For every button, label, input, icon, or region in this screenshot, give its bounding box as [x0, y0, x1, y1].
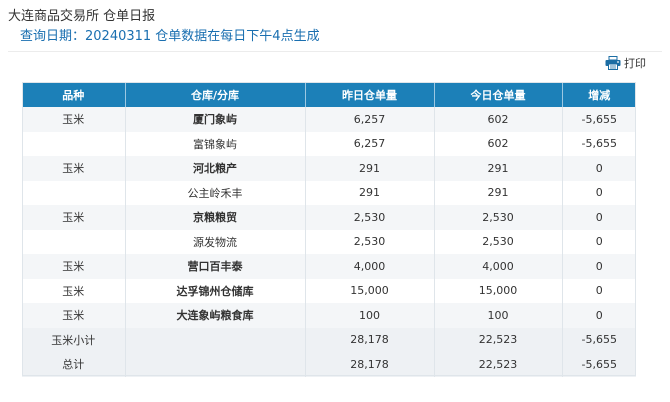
cell-warehouse — [125, 352, 306, 377]
cell-yesterday: 28,178 — [305, 327, 435, 352]
page-title: 大连商品交易所 仓单日报 — [8, 9, 156, 24]
cell-change: 0 — [562, 254, 636, 279]
cell-warehouse: 营口百丰泰 — [125, 254, 306, 279]
cell-change: 0 — [562, 156, 636, 181]
table-row: 玉米 河北粮产 291 291 0 — [22, 156, 636, 181]
cell-change: -5,655 — [562, 352, 636, 377]
cell-change: 0 — [562, 303, 636, 328]
cell-today: 2,530 — [434, 229, 563, 254]
col-header-change: 增减 — [562, 82, 636, 107]
cell-change: -5,655 — [562, 107, 636, 132]
print-label: 打印 — [624, 57, 646, 70]
cell-warehouse: 厦门象屿 — [125, 107, 306, 132]
col-header-yesterday: 昨日仓单量 — [305, 82, 435, 107]
cell-today: 602 — [434, 107, 563, 132]
cell-change: 0 — [562, 278, 636, 303]
cell-yesterday: 28,178 — [305, 352, 435, 377]
table-row: 玉米 京粮粮贸 2,530 2,530 0 — [22, 205, 636, 230]
cell-change: 0 — [562, 205, 636, 230]
table-row: 公主岭禾丰 291 291 0 — [22, 180, 636, 205]
cell-warehouse: 源发物流 — [125, 229, 306, 254]
table-header-row: 品种 仓库/分库 昨日仓单量 今日仓单量 增减 — [22, 82, 636, 107]
table-row: 富锦象屿 6,257 602 -5,655 — [22, 131, 636, 156]
printer-icon — [605, 56, 621, 70]
cell-change: -5,655 — [562, 327, 636, 352]
cell-today: 291 — [434, 156, 563, 181]
warehouse-receipt-table: 品种 仓库/分库 昨日仓单量 今日仓单量 增减 玉米 厦门象屿 6,257 60… — [22, 82, 636, 377]
table-row: 玉米 达孚锦州仓储库 15,000 15,000 0 — [22, 278, 636, 303]
divider — [8, 51, 662, 52]
cell-variety: 玉米 — [22, 303, 126, 328]
cell-warehouse: 达孚锦州仓储库 — [125, 278, 306, 303]
cell-warehouse: 公主岭禾丰 — [125, 180, 306, 205]
table-row: 源发物流 2,530 2,530 0 — [22, 229, 636, 254]
cell-today: 2,530 — [434, 205, 563, 230]
cell-change: -5,655 — [562, 131, 636, 156]
cell-yesterday: 6,257 — [305, 107, 435, 132]
cell-today: 602 — [434, 131, 563, 156]
col-header-warehouse: 仓库/分库 — [125, 82, 306, 107]
cell-yesterday: 4,000 — [305, 254, 435, 279]
col-header-variety: 品种 — [22, 82, 126, 107]
cell-today: 100 — [434, 303, 563, 328]
cell-yesterday: 15,000 — [305, 278, 435, 303]
table-row: 玉米 营口百丰泰 4,000 4,000 0 — [22, 254, 636, 279]
cell-variety: 总计 — [22, 352, 126, 377]
cell-today: 22,523 — [434, 327, 563, 352]
table-row: 玉米 大连象屿粮食库 100 100 0 — [22, 303, 636, 328]
cell-yesterday: 291 — [305, 180, 435, 205]
cell-warehouse: 河北粮产 — [125, 156, 306, 181]
cell-warehouse: 京粮粮贸 — [125, 205, 306, 230]
cell-today: 291 — [434, 180, 563, 205]
cell-yesterday: 6,257 — [305, 131, 435, 156]
cell-variety: 玉米小计 — [22, 327, 126, 352]
cell-today: 22,523 — [434, 352, 563, 377]
cell-change: 0 — [562, 229, 636, 254]
cell-warehouse: 大连象屿粮食库 — [125, 303, 306, 328]
subtotal-row: 玉米小计 28,178 22,523 -5,655 — [22, 327, 636, 352]
print-button[interactable]: 打印 — [605, 55, 646, 71]
cell-variety: 玉米 — [22, 278, 126, 303]
cell-variety: 玉米 — [22, 205, 126, 230]
grand-total-row: 总计 28,178 22,523 -5,655 — [22, 352, 636, 377]
cell-variety: 玉米 — [22, 156, 126, 181]
cell-variety — [22, 131, 126, 156]
cell-change: 0 — [562, 180, 636, 205]
cell-variety: 玉米 — [22, 254, 126, 279]
cell-variety: 玉米 — [22, 107, 126, 132]
cell-yesterday: 2,530 — [305, 205, 435, 230]
cell-variety — [22, 229, 126, 254]
query-date-subtitle: 查询日期：20240311 仓单数据在每日下午4点生成 — [20, 29, 320, 44]
cell-warehouse: 富锦象屿 — [125, 131, 306, 156]
cell-yesterday: 291 — [305, 156, 435, 181]
cell-yesterday: 2,530 — [305, 229, 435, 254]
cell-variety — [22, 180, 126, 205]
cell-warehouse — [125, 327, 306, 352]
col-header-today: 今日仓单量 — [434, 82, 563, 107]
table-row: 玉米 厦门象屿 6,257 602 -5,655 — [22, 107, 636, 132]
cell-yesterday: 100 — [305, 303, 435, 328]
cell-today: 15,000 — [434, 278, 563, 303]
cell-today: 4,000 — [434, 254, 563, 279]
